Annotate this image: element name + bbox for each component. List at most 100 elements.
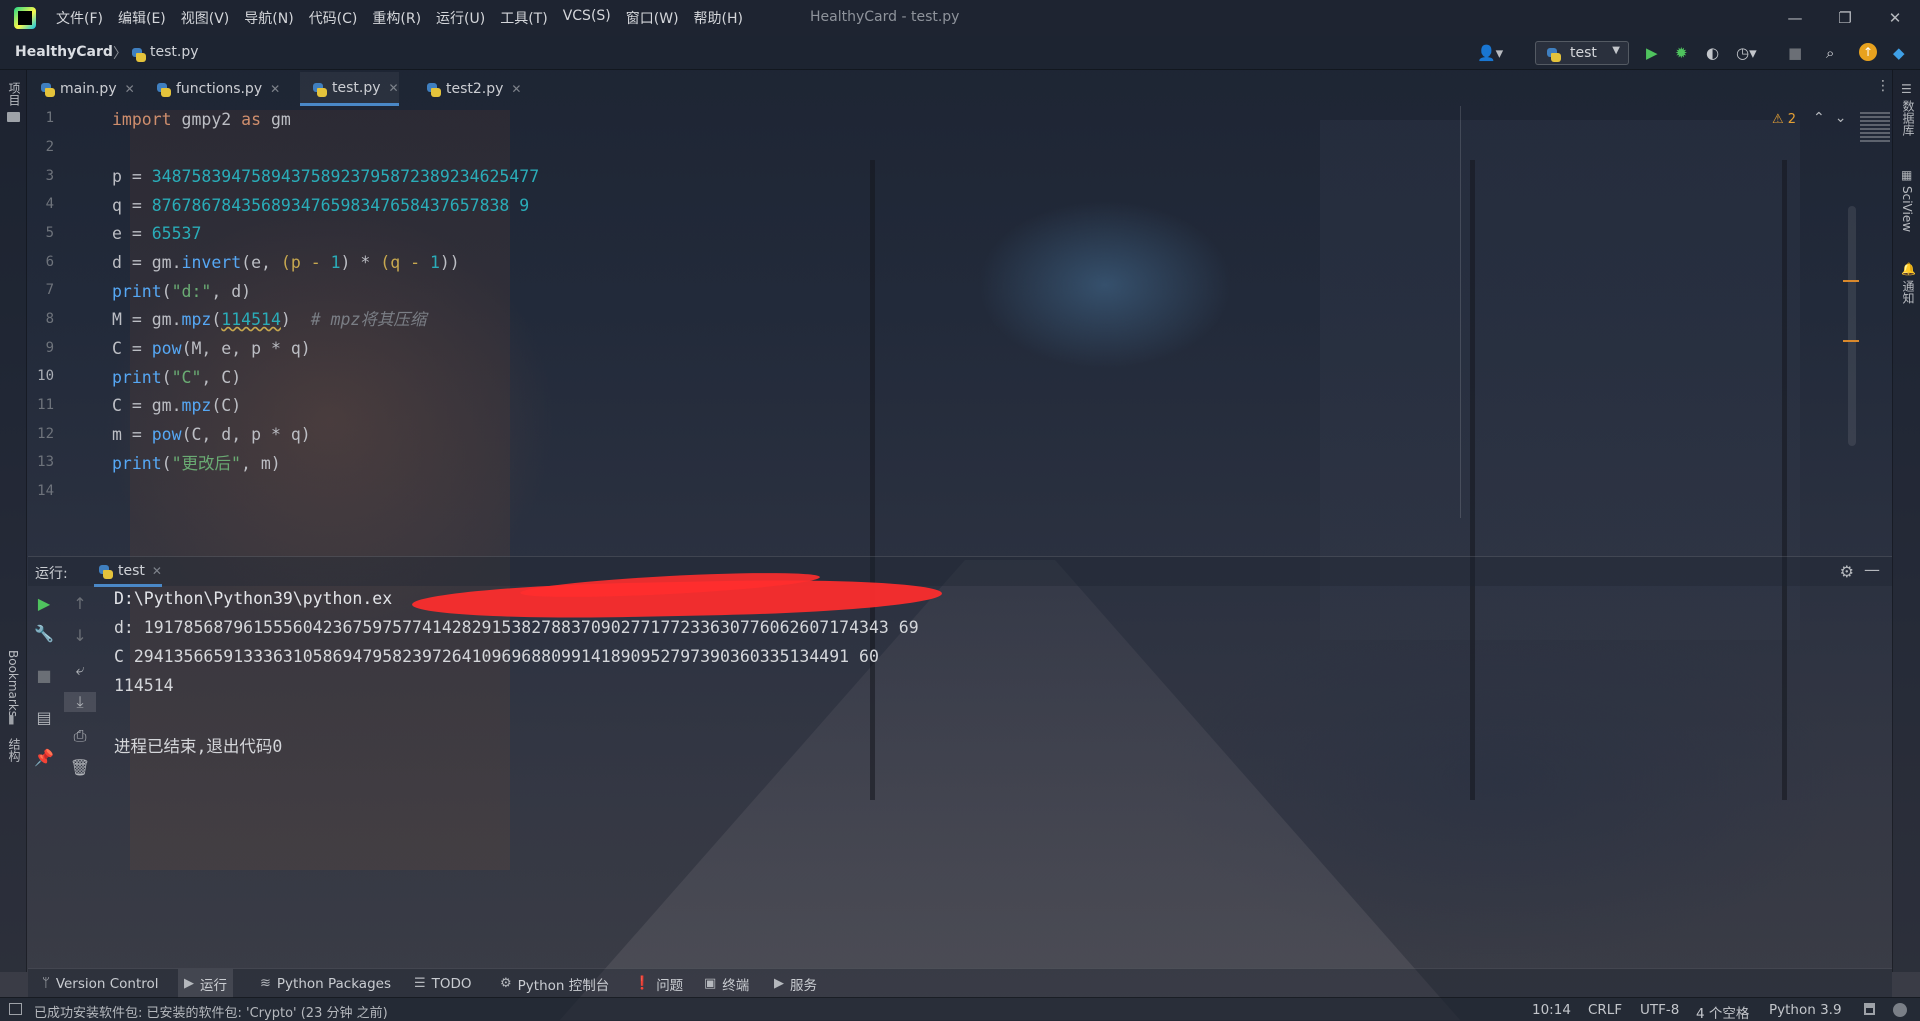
menu-file[interactable]: 文件(F) (56, 8, 103, 28)
indent-setting[interactable]: 4 个空格 (1696, 1002, 1749, 1021)
print-icon[interactable]: ⎙ (64, 726, 96, 746)
gear-icon[interactable]: ⚙ (1840, 562, 1854, 581)
user-icon[interactable]: 👤▾ (1477, 44, 1503, 62)
close-tab-icon[interactable]: ✕ (270, 82, 280, 96)
close-button[interactable]: ✕ (1870, 0, 1920, 36)
wrench-icon[interactable]: 🔧 (28, 624, 60, 643)
services-icon: ▶ (774, 976, 784, 991)
tool-label: TODO (431, 975, 472, 992)
token: "d:" (171, 282, 212, 301)
profile-icon[interactable]: ◷▾ (1736, 44, 1757, 62)
down-arrow-icon[interactable]: ↓ (64, 626, 96, 645)
file-encoding[interactable]: UTF-8 (1640, 1002, 1679, 1018)
bookmarks-tool-button[interactable]: Bookmarks (6, 650, 20, 717)
soft-wrap-icon[interactable]: ⤶ (64, 660, 96, 680)
close-tab-icon[interactable]: ✕ (511, 82, 521, 96)
line-separator[interactable]: CRLF (1588, 1002, 1622, 1018)
trash-icon[interactable]: 🗑 (64, 758, 96, 777)
coverage-icon[interactable]: ◐ (1706, 44, 1719, 62)
menu-edit[interactable]: 编辑(E) (118, 8, 166, 28)
python-file-icon (40, 82, 56, 98)
menu-run[interactable]: 运行(U) (436, 8, 485, 28)
menu-tools[interactable]: 工具(T) (500, 8, 547, 28)
code-area[interactable]: import gmpy2 as gm p = 34875839475894375… (112, 106, 1462, 518)
lock-icon[interactable] (1864, 1003, 1875, 1015)
tool-windows-icon[interactable] (9, 1003, 22, 1015)
breadcrumb-file[interactable]: test.py (150, 44, 199, 60)
menu-help[interactable]: 帮助(H) (694, 8, 743, 28)
notifications-tool-button[interactable]: 通知 (1900, 280, 1917, 304)
memory-indicator-icon[interactable] (1893, 1003, 1907, 1017)
sciview-tool-button[interactable]: SciView (1900, 186, 1914, 232)
debug-icon[interactable]: ✹ (1675, 44, 1688, 62)
code-line-13: print("更改后", m) (112, 452, 281, 476)
pin-icon[interactable]: 📌 (28, 748, 60, 767)
branch-icon: ᛘ (42, 976, 50, 991)
code-minimap[interactable] (1860, 112, 1890, 144)
run-icon[interactable]: ▶ (1646, 44, 1658, 62)
line-number: 9 (45, 340, 54, 356)
up-arrow-icon[interactable]: ↑ (64, 594, 96, 613)
menu-window[interactable]: 窗口(W) (626, 8, 679, 28)
problems-button[interactable]: ❗ 问题 (634, 969, 683, 998)
stop-icon[interactable]: ■ (1788, 44, 1802, 62)
more-options-icon[interactable]: ⋮ (1876, 78, 1890, 94)
run-tab-test[interactable]: test ✕ (94, 557, 162, 587)
menu-navigate[interactable]: 导航(N) (244, 8, 293, 28)
close-tab-icon[interactable]: ✕ (389, 81, 399, 95)
token: e = (112, 224, 152, 243)
warning-marker[interactable] (1843, 280, 1859, 282)
code-line-4: q = 876786784356893476598347658437657838… (112, 194, 529, 218)
terminal-button[interactable]: ▣ 终端 (704, 969, 749, 998)
todo-button[interactable]: ☰ TODO (414, 969, 472, 998)
tool-label: 服务 (790, 977, 817, 994)
version-control-button[interactable]: ᛘ Version Control (42, 969, 159, 998)
layout-icon[interactable]: ▤ (28, 708, 60, 727)
warning-icon: ⚠ (1772, 112, 1784, 127)
tab-test-py[interactable]: test.py ✕ (300, 72, 399, 106)
project-tool-button[interactable]: 项目 (6, 82, 23, 106)
python-packages-button[interactable]: ≋ Python Packages (260, 969, 391, 998)
menu-code[interactable]: 代码(C) (309, 8, 358, 28)
line-number: 3 (45, 168, 54, 184)
menu-view[interactable]: 视图(V) (181, 8, 230, 28)
tab-functions-py[interactable]: functions.py ✕ (144, 72, 280, 106)
warning-marker[interactable] (1843, 340, 1859, 342)
database-icon: ☰ (1901, 82, 1912, 96)
toolbox-icon[interactable]: ◆ (1893, 44, 1905, 62)
close-tab-icon[interactable]: ✕ (125, 82, 135, 96)
run-console-output[interactable]: D:\Python\Python39\python.ex d: 19178568… (114, 588, 1814, 972)
token: 348758394758943758923795872389234625477 (151, 167, 540, 186)
restore-button[interactable]: ❐ (1820, 0, 1870, 36)
warning-navigation-arrows[interactable]: ⌃⌄ (1813, 110, 1856, 126)
code-editor[interactable]: 1 2 3 4 5 6 7 8 9 10 11 12 13 14 import … (28, 106, 1892, 518)
stop-icon[interactable]: ■ (28, 666, 60, 685)
structure-tool-button[interactable]: 结构 (6, 738, 23, 762)
rerun-icon[interactable]: ▶ (28, 594, 60, 613)
database-tool-button[interactable]: 数据库 (1900, 100, 1917, 136)
tab-main-py[interactable]: main.py ✕ (28, 72, 135, 106)
caret-position[interactable]: 10:14 (1532, 1002, 1571, 1018)
tab-test2-py[interactable]: test2.py ✕ (414, 72, 521, 106)
token: , m) (240, 454, 281, 473)
python-interpreter[interactable]: Python 3.9 (1769, 1002, 1842, 1018)
editor-scrollbar[interactable] (1848, 206, 1856, 446)
line-number-gutter: 1 2 3 4 5 6 7 8 9 10 11 12 13 14 (28, 106, 103, 518)
python-console-button[interactable]: ⚙ Python 控制台 (500, 969, 609, 998)
minimize-panel-icon[interactable]: — (1864, 560, 1880, 579)
scroll-to-end-icon[interactable]: ⤓ (64, 692, 96, 712)
services-button[interactable]: ▶ 服务 (774, 969, 817, 998)
run-configuration-select[interactable]: test ▼ (1535, 41, 1629, 65)
status-message[interactable]: 已成功安装软件包: 已安装的软件包: 'Crypto' (23 分钟 之前) (34, 1002, 388, 1021)
update-icon[interactable]: ↑ (1859, 43, 1877, 61)
line-number: 8 (45, 311, 54, 327)
pycharm-logo-icon[interactable] (14, 7, 36, 29)
menu-vcs[interactable]: VCS(S) (563, 8, 611, 28)
run-tool-button[interactable]: ▶ 运行 (178, 969, 233, 998)
close-run-tab-icon[interactable]: ✕ (152, 564, 162, 578)
breadcrumb-project[interactable]: HealthyCard (15, 44, 113, 60)
search-icon[interactable]: ⌕ (1826, 44, 1834, 62)
inspection-warnings[interactable]: ⚠ 2 (1772, 112, 1796, 127)
minimize-button[interactable]: — (1770, 0, 1820, 36)
menu-refactor[interactable]: 重构(R) (372, 8, 421, 28)
